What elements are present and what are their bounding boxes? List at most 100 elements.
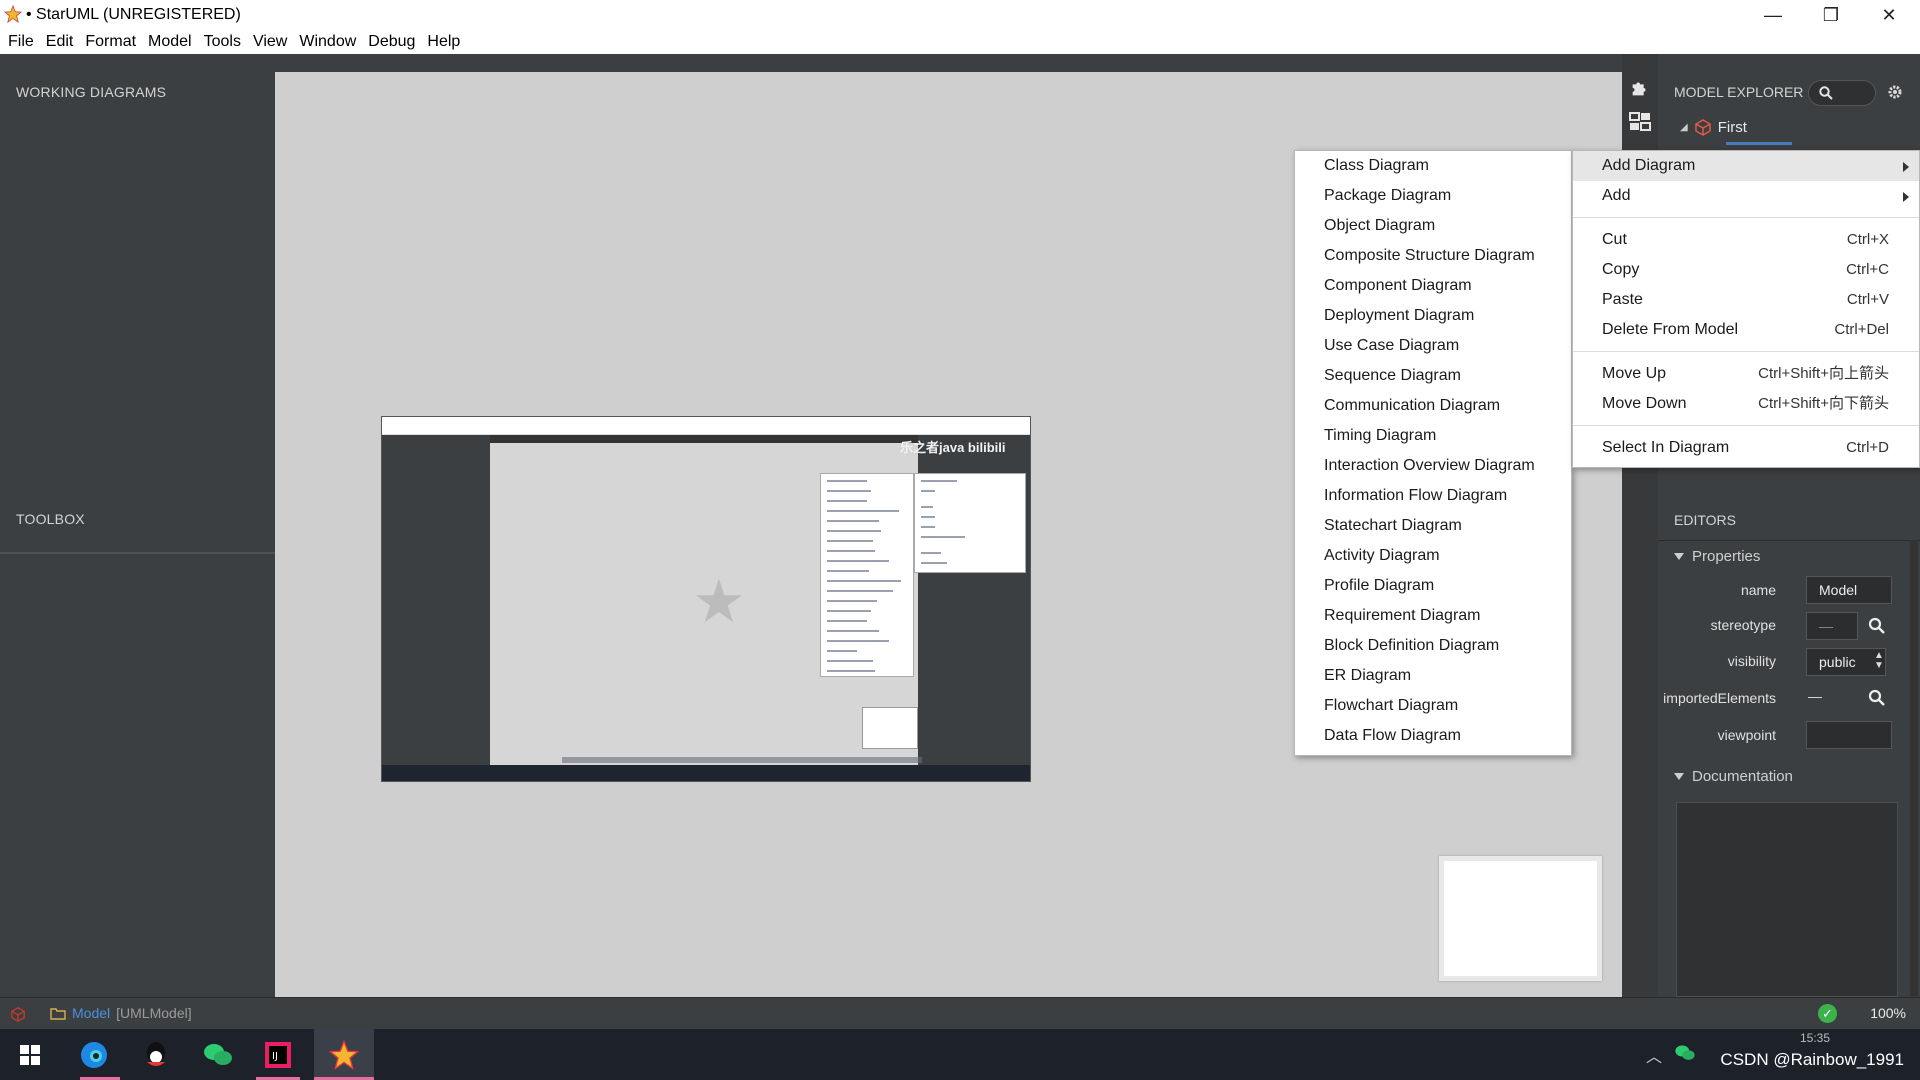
menu-debug[interactable]: Debug [364,33,423,51]
menu-item-profile-diagram[interactable]: Profile Diagram [1295,571,1571,601]
layout-grid-icon[interactable] [1628,110,1652,134]
cut-label: Cut [1602,231,1627,248]
menu-window[interactable]: Window [295,33,364,51]
menu-edit[interactable]: Edit [42,33,82,51]
left-panel-divider[interactable] [0,552,275,554]
menu-item-add[interactable]: Add [1573,181,1919,211]
tray-chevron-up-icon[interactable]: ︿ [1646,1043,1662,1067]
name-label: name [1740,582,1776,598]
close-button[interactable]: ✕ [1860,0,1918,30]
menu-item-use-case-diagram[interactable]: Use Case Diagram [1295,331,1571,361]
viewpoint-field[interactable] [1806,721,1892,749]
menu-tools[interactable]: Tools [200,33,249,51]
embedded-watermark: 乐之者java bilibili [900,440,1006,455]
menu-separator [1573,425,1919,426]
diagram-minimap[interactable] [1439,856,1602,981]
menu-item-class-diagram[interactable]: Class Diagram [1295,151,1571,181]
menu-item-copy[interactable]: Copy Ctrl+C [1573,255,1919,285]
menu-item-delete-from-model[interactable]: Delete From Model Ctrl+Del [1573,315,1919,345]
stereotype-label: stereotype [1710,617,1776,633]
menu-item-move-down[interactable]: Move Down Ctrl+Shift+向下箭头 [1573,389,1919,419]
embedded-taskbar [382,765,1030,781]
move-up-shortcut: Ctrl+Shift+向上箭头 [1758,365,1889,382]
imported-elements-search-icon[interactable] [1868,689,1886,707]
menu-item-package-diagram[interactable]: Package Diagram [1295,181,1571,211]
embedded-video-image[interactable]: ★ 乐之者java bilibili [381,416,1031,782]
menu-item-er-diagram[interactable]: ER Diagram [1295,661,1571,691]
menu-item-paste[interactable]: Paste Ctrl+V [1573,285,1919,315]
tree-selection-indicator [1726,142,1792,145]
stereotype-field[interactable]: — [1806,612,1858,640]
name-field[interactable]: Model [1806,576,1892,604]
menu-view[interactable]: View [249,33,295,51]
menu-item-requirement-diagram[interactable]: Requirement Diagram [1295,601,1571,631]
menu-item-add-diagram[interactable]: Add Diagram [1573,151,1919,181]
visibility-label: visibility [1727,653,1776,669]
embedded-star-icon: ★ [692,568,746,635]
menu-item-deployment-diagram[interactable]: Deployment Diagram [1295,301,1571,331]
restore-button[interactable]: ❐ [1802,0,1860,30]
qq-icon[interactable] [136,1035,176,1075]
wechat-icon[interactable] [198,1035,238,1075]
project-cube-icon [1694,119,1711,136]
menu-item-data-flow-diagram[interactable]: Data Flow Diagram [1295,721,1571,751]
menu-item-component-diagram[interactable]: Component Diagram [1295,271,1571,301]
search-icon [1819,86,1833,100]
menu-item-composite-structure-diagram[interactable]: Composite Structure Diagram [1295,241,1571,271]
zoom-level[interactable]: 100% [1870,1005,1906,1021]
validation-ok-icon[interactable]: ✓ [1818,1004,1837,1023]
menu-item-object-diagram[interactable]: Object Diagram [1295,211,1571,241]
documentation-textarea[interactable] [1676,802,1898,997]
embedded-add-diagram-menu [820,473,914,677]
menu-item-interaction-overview-diagram[interactable]: Interaction Overview Diagram [1295,451,1571,481]
select-updown-icon: ▲ ▼ [1874,650,1884,671]
menu-item-sequence-diagram[interactable]: Sequence Diagram [1295,361,1571,391]
menu-item-timing-diagram[interactable]: Timing Diagram [1295,421,1571,451]
menu-item-block-definition-diagram[interactable]: Block Definition Diagram [1295,631,1571,661]
imported-elements-label: importedElements [1663,690,1776,706]
model-explorer-search-input[interactable] [1808,80,1876,106]
select-in-diagram-shortcut: Ctrl+D [1846,439,1889,456]
menu-item-move-up[interactable]: Move Up Ctrl+Shift+向上箭头 [1573,359,1919,389]
left-sidebar: WORKING DIAGRAMS TOOLBOX [0,54,275,997]
expand-arrow-icon[interactable]: ◢ [1680,122,1688,133]
collapse-triangle-icon [1674,553,1684,560]
tray-clock[interactable]: 15:35 [1800,1031,1830,1045]
properties-section-label: Properties [1692,548,1761,565]
menu-item-activity-diagram[interactable]: Activity Diagram [1295,541,1571,571]
extensions-puzzle-icon[interactable] [1628,76,1652,100]
staruml-taskbar-icon[interactable] [324,1035,364,1075]
edge-browser-icon[interactable] [74,1035,114,1075]
imported-elements-value: — [1808,688,1822,704]
menu-item-communication-diagram[interactable]: Communication Diagram [1295,391,1571,421]
tree-item-first[interactable]: ◢ First [1680,118,1747,136]
settings-gear-icon[interactable] [1887,84,1903,100]
intellij-idea-icon[interactable]: IJ [258,1035,298,1075]
menu-item-select-in-diagram[interactable]: Select In Diagram Ctrl+D [1573,433,1919,463]
documentation-section-toggle[interactable]: Documentation [1674,768,1793,785]
menu-item-information-flow-diagram[interactable]: Information Flow Diagram [1295,481,1571,511]
menu-format[interactable]: Format [81,33,144,51]
tree-item-label: First [1717,118,1747,136]
menu-item-flowchart-diagram[interactable]: Flowchart Diagram [1295,691,1571,721]
windows-start-icon[interactable] [10,1035,50,1075]
title-bar: • StarUML (UNREGISTERED) — ❐ ✕ [0,0,1920,30]
submenu-arrow-icon [1903,162,1909,172]
embedded-minimap [862,707,918,749]
stereotype-search-icon[interactable] [1868,617,1886,635]
menu-model[interactable]: Model [144,33,200,51]
minimize-button[interactable]: — [1744,0,1802,30]
menu-file[interactable]: File [4,33,42,51]
menu-item-cut[interactable]: Cut Ctrl+X [1573,225,1919,255]
editors-scrollbar[interactable] [1910,540,1918,996]
status-model-link[interactable]: Model [UMLModel] [50,1005,192,1021]
move-down-label: Move Down [1602,395,1687,412]
properties-section-toggle[interactable]: Properties [1674,548,1760,565]
move-up-label: Move Up [1602,365,1667,382]
tray-wechat-icon[interactable] [1674,1043,1696,1063]
delete-shortcut: Ctrl+Del [1834,321,1889,338]
editors-header: EDITORS [1674,512,1736,528]
menu-help[interactable]: Help [423,33,468,51]
menu-item-statechart-diagram[interactable]: Statechart Diagram [1295,511,1571,541]
right-panel-separator [1658,540,1920,541]
